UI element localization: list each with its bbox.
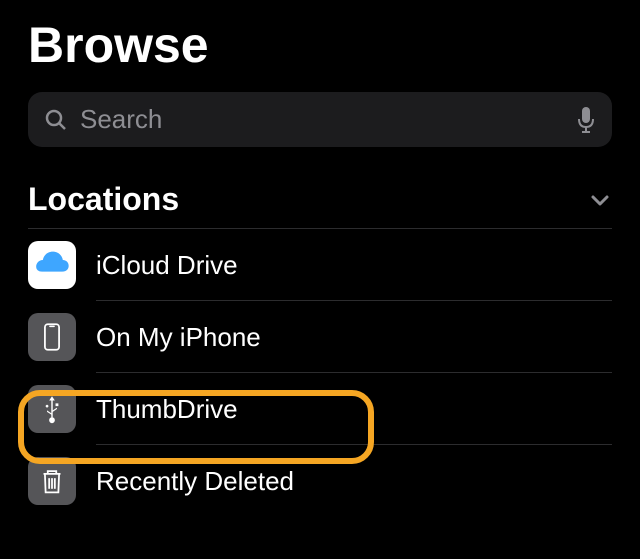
locations-list: iCloud Drive On My iPhone ThumbDrive [28,228,612,517]
location-label: ThumbDrive [96,394,238,425]
location-item-recently-deleted[interactable]: Recently Deleted [28,445,612,517]
usb-icon [28,385,76,433]
trash-icon [28,457,76,505]
locations-title: Locations [28,181,179,218]
page-title: Browse [28,0,612,92]
search-input[interactable] [80,104,576,135]
location-label: iCloud Drive [96,250,238,281]
phone-icon [28,313,76,361]
location-label: Recently Deleted [96,466,294,497]
icloud-icon [28,241,76,289]
location-item-icloud-drive[interactable]: iCloud Drive [28,229,612,301]
location-item-on-my-iphone[interactable]: On My iPhone [28,301,612,373]
search-bar[interactable] [28,92,612,147]
location-item-thumbdrive[interactable]: ThumbDrive [28,373,612,445]
mic-icon[interactable] [576,107,596,133]
location-label: On My iPhone [96,322,261,353]
locations-section-header[interactable]: Locations [28,181,612,228]
chevron-down-icon [588,188,612,212]
search-icon [44,108,68,132]
